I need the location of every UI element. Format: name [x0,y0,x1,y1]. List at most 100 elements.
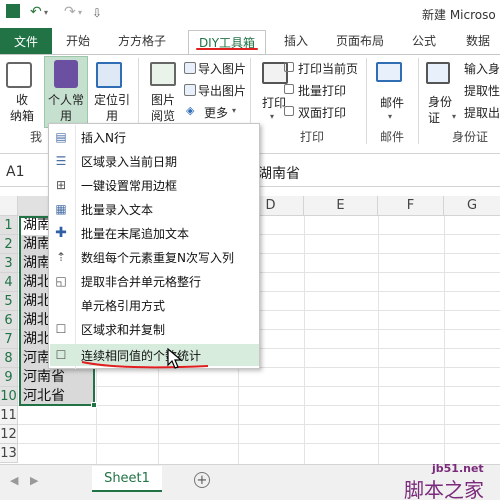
menu-item-sum-copy[interactable]: ☐ 区域求和并复制 [50,318,259,340]
tab-ffcell[interactable]: 方方格子 [118,32,166,52]
locate-reference-button[interactable]: 定位引 用 [92,92,132,124]
menu-item-label: 批量在末尾追加文本 [81,227,190,241]
insert-rows-icon: ▤ [55,130,67,144]
menu-item-fill-date[interactable]: ☰ 区域录入当前日期 [50,150,259,172]
print-dropdown-icon[interactable]: ▾ [270,112,274,121]
row-header-9[interactable]: 9 [0,368,18,387]
menu-item-extract-rows[interactable]: ◱ 提取非合并单元格整行 [50,270,259,292]
collect-box-icon [6,62,32,88]
personal-icon [54,60,78,88]
mail-button[interactable]: 邮件 [380,94,404,111]
redo-dropdown-icon[interactable]: ▾ [78,8,82,17]
tab-data[interactable]: 数据 [466,32,490,52]
import-picture-icon [184,62,196,74]
excel-logo-icon [6,4,20,18]
sheet-prev-icon[interactable]: ◀ [10,474,18,487]
export-picture-button[interactable]: 导出图片 [198,82,246,99]
tab-formulas[interactable]: 公式 [412,32,436,52]
menu-item-insert-rows[interactable]: ▤ 插入N行 [50,126,259,148]
menu-item-append-text[interactable]: ✚ 批量在末尾追加文本 [50,222,259,244]
add-sheet-icon[interactable]: + [194,472,210,488]
row-header-11[interactable]: 11 [0,406,18,425]
menu-item-set-borders[interactable]: ⊞ 一键设置常用边框 [50,174,259,196]
duplex-print-button[interactable]: 双面打印 [298,104,346,121]
batch-print-button[interactable]: 批量打印 [298,82,346,99]
sheet-next-icon[interactable]: ▶ [30,474,38,487]
row-header-7[interactable]: 7 [0,330,18,349]
menu-item-label: 一键设置常用边框 [81,179,178,193]
sheet-tab-sheet1[interactable]: Sheet1 [92,466,162,492]
annotation-underline [196,48,258,50]
fill-handle[interactable] [91,402,97,408]
mail-dropdown-icon[interactable]: ▾ [388,112,392,121]
name-box-value: A1 [6,164,25,180]
row-header-5[interactable]: 5 [0,292,18,311]
duplex-print-icon [284,106,294,116]
ribbon-separator [418,58,419,144]
date-list-icon: ☰ [55,154,67,168]
print-button[interactable]: 打印 [262,94,286,111]
tab-diy-toolbox[interactable]: DIY工具箱 [188,30,266,54]
ribbon-separator [366,58,367,144]
tab-insert[interactable]: 插入 [284,32,308,52]
more-icon: ◈ [186,104,195,117]
personal-dropdown-menu: ▤ 插入N行 ☰ 区域录入当前日期 ⊞ 一键设置常用边框 ▦ 批量录入文本 ✚ … [48,123,260,369]
tab-home[interactable]: 开始 [66,32,90,52]
import-picture-button[interactable]: 导入图片 [198,60,246,77]
extract-row-icon: ◱ [55,274,67,288]
print-current-page-button[interactable]: 打印当前页 [298,60,358,77]
picture-browse-button[interactable]: 图片 阅览 [146,92,180,124]
repeat-column-icon: ⇡ [55,250,67,264]
checkbox-icon: ☐ [55,322,67,336]
id-card-button[interactable]: 身份 证 [428,94,452,126]
batch-print-icon [284,84,294,94]
customize-toolbar-icon[interactable]: ⇩ [92,6,102,20]
picture-browse-icon [150,62,176,86]
row-header-13[interactable]: 13 [0,444,18,463]
more-button[interactable]: 更多 [204,104,228,121]
menu-item-label: 提取非合并单元格整行 [81,275,202,289]
row-header-12[interactable]: 12 [0,425,18,444]
menu-item-label: 批量录入文本 [81,203,154,217]
menu-item-label: 区域录入当前日期 [81,155,178,169]
print-current-icon [284,62,294,72]
row-header-10[interactable]: 10 [0,387,18,406]
row-header-4[interactable]: 4 [0,273,18,292]
select-all-corner[interactable] [0,196,18,216]
group-label-mine: 我 [30,130,43,144]
batch-text-icon: ▦ [55,202,67,216]
border-icon: ⊞ [55,178,67,192]
row-header-8[interactable]: 8 [0,349,18,368]
row-header-1[interactable]: 1 [0,216,18,235]
column-header-g[interactable]: G [444,196,500,216]
input-id-button[interactable]: 输入身 [464,60,500,77]
personal-button-label: 个人常 用 [47,93,84,123]
row-header-6[interactable]: 6 [0,311,18,330]
redo-icon[interactable]: ↷ [64,4,76,20]
group-label-mail: 邮件 [380,130,405,144]
more-dropdown-icon[interactable]: ▾ [232,106,236,115]
mouse-cursor-icon [167,348,183,369]
row-header-3[interactable]: 3 [0,254,18,273]
undo-icon[interactable]: ↶ [30,4,42,20]
formula-input[interactable]: 湖南省 [258,163,300,183]
menu-item-batch-text[interactable]: ▦ 批量录入文本 [50,198,259,220]
tab-file[interactable]: 文件 [0,28,52,54]
extract-birth-button[interactable]: 提取出 [464,104,500,121]
undo-dropdown-icon[interactable]: ▾ [44,8,48,17]
group-label-id: 身份证 [452,130,489,144]
menu-item-reference-mode[interactable]: 单元格引用方式 [50,294,259,316]
menu-item-label: 数组每个元素重复N次写入列 [81,251,234,265]
extract-gender-button[interactable]: 提取性 [464,82,500,99]
column-header-e[interactable]: E [304,196,378,216]
tab-page-layout[interactable]: 页面布局 [336,32,384,52]
export-picture-icon [184,84,196,96]
locate-reference-icon [96,62,122,88]
row-header-2[interactable]: 2 [0,235,18,254]
menu-item-label: 单元格引用方式 [81,299,166,313]
collect-box-button[interactable]: 收 纳箱 [10,92,34,124]
grid-line [18,443,500,444]
menu-item-repeat-elements[interactable]: ⇡ 数组每个元素重复N次写入列 [50,246,259,268]
column-header-f[interactable]: F [378,196,444,216]
id-dropdown-icon[interactable]: ▾ [452,112,456,121]
